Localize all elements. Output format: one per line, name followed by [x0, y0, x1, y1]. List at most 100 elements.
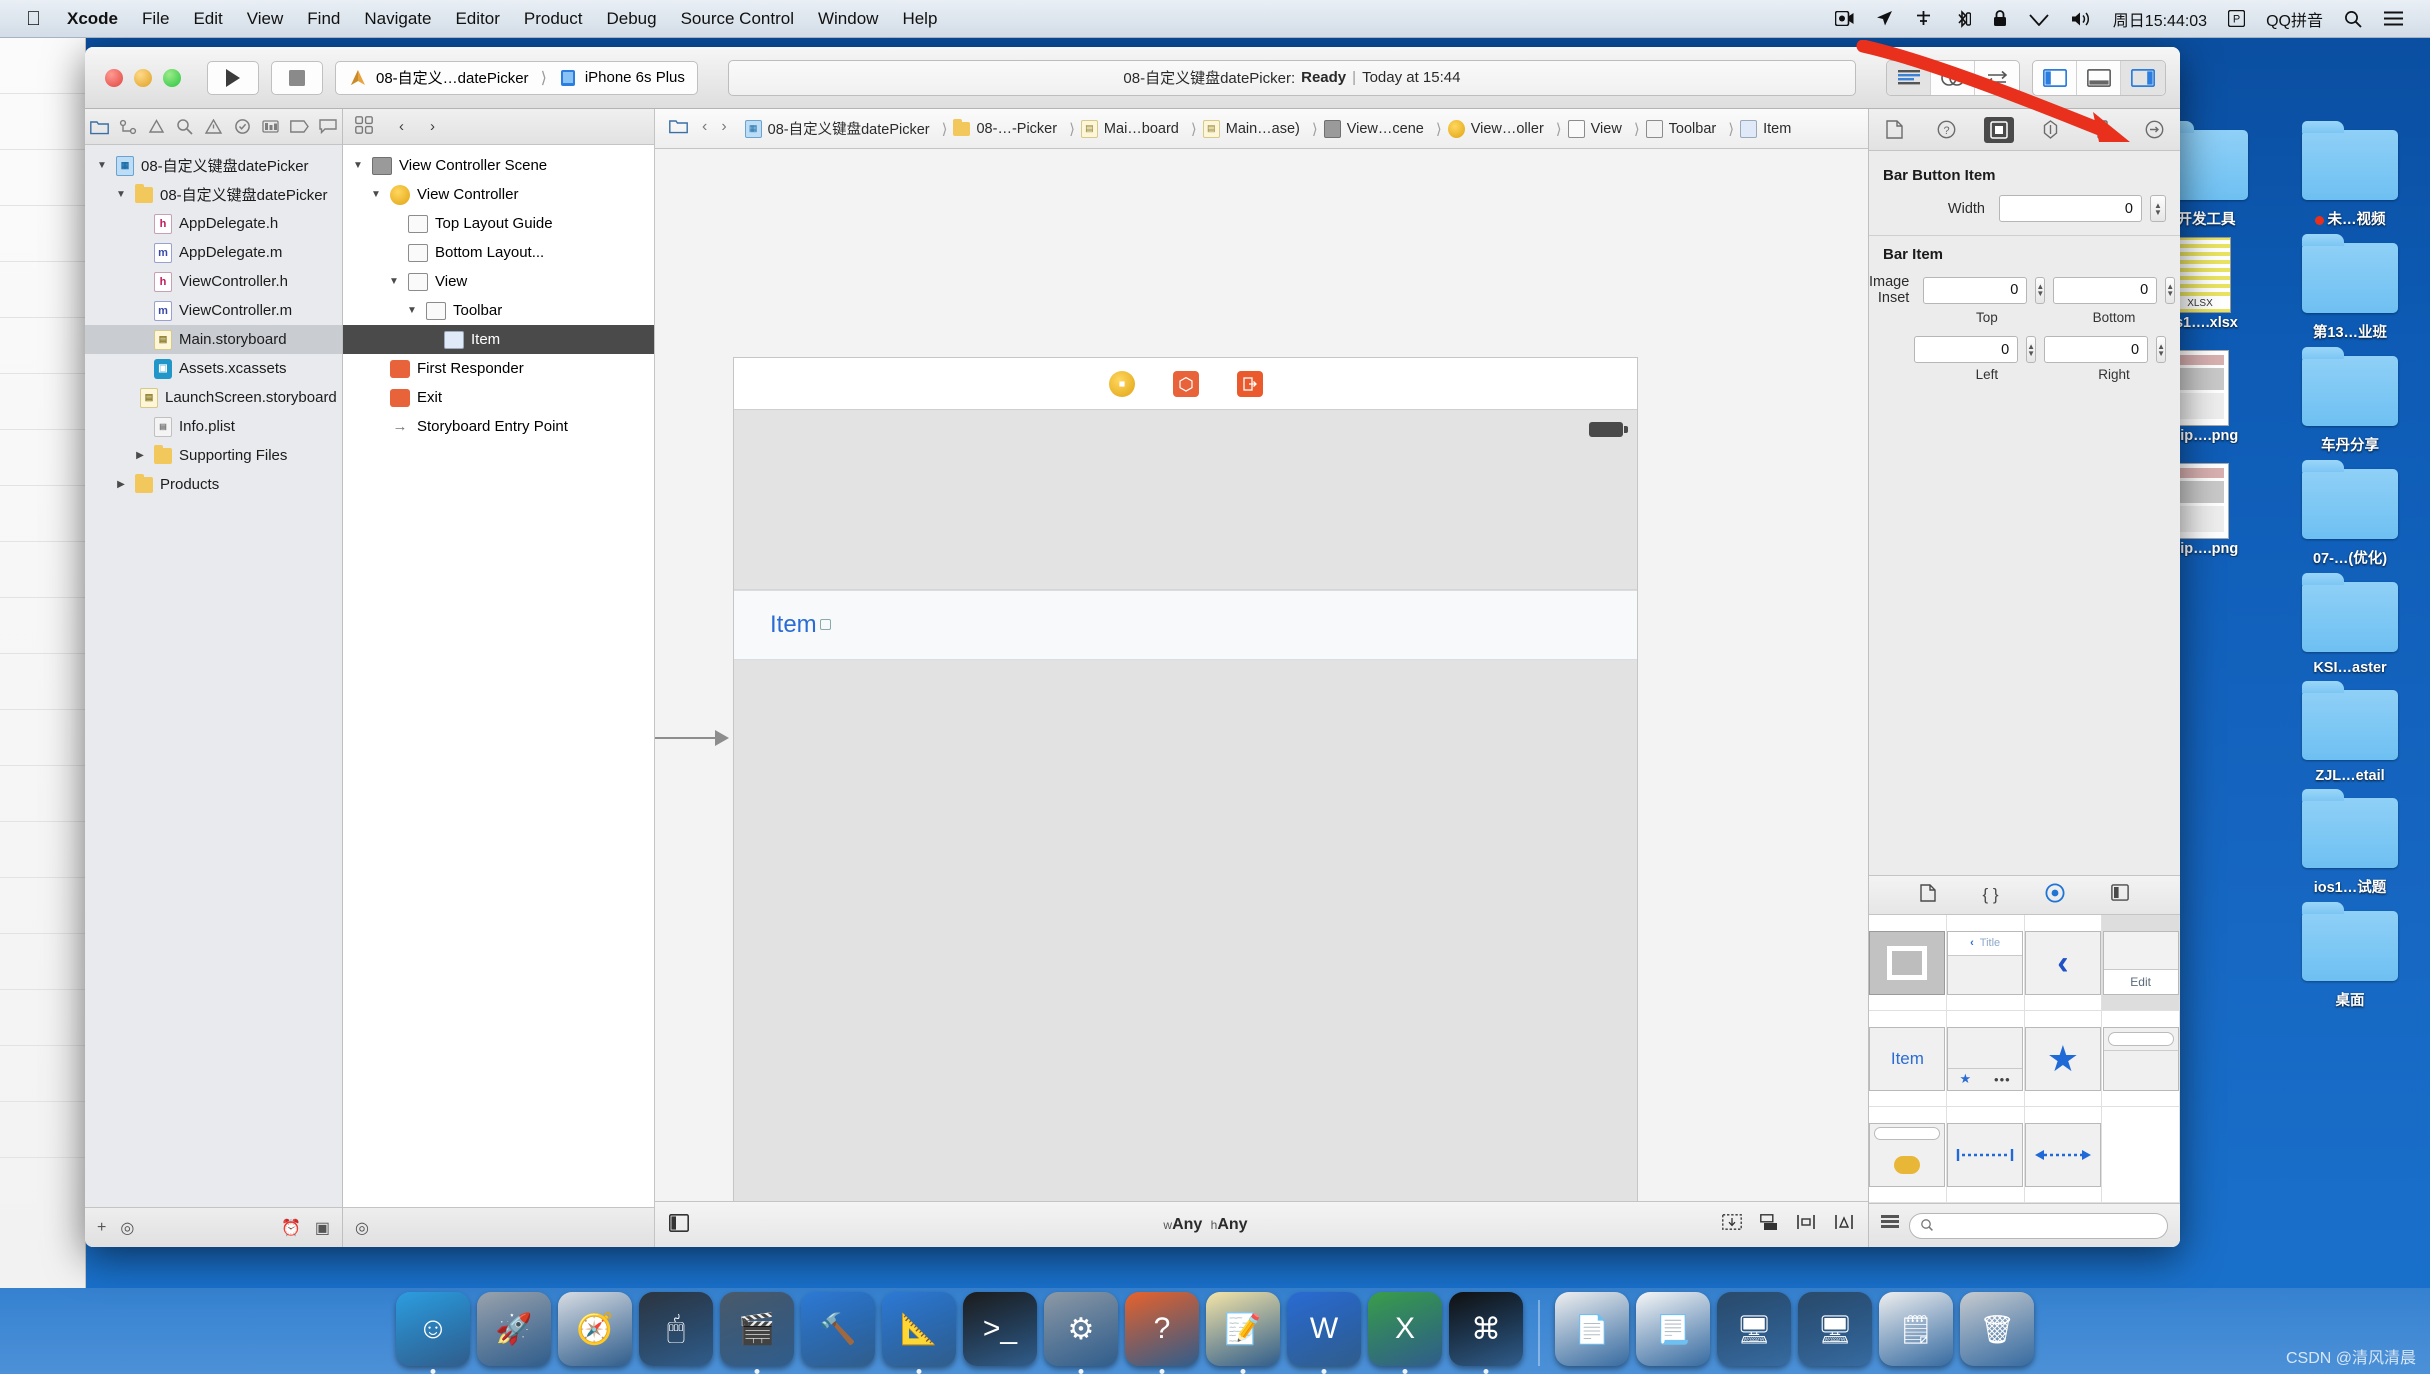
image-inset-right-stepper[interactable]: ▲ ▼ [2156, 336, 2166, 363]
object-library-grid[interactable]: ‹ Title ‹ Edit Item ★ ••• ★ [1869, 915, 2180, 1203]
add-file-button[interactable]: + [97, 1219, 106, 1237]
scene-outline-tree[interactable]: ▼ View Controller Scene ▼ View Controller To… [343, 145, 654, 1207]
navigator-row[interactable]: ▼ 08-自定义键盘datePicker [85, 180, 342, 209]
menu-product[interactable]: Product [512, 0, 595, 38]
library-item-fixed-space-bar-item[interactable] [1946, 1107, 2025, 1203]
dock-app-launchpad[interactable]: 🚀 [477, 1292, 551, 1366]
dock-item-document-stack[interactable]: 📄 [1555, 1292, 1629, 1366]
breadcrumb-item[interactable]: View ⟩ [1567, 119, 1646, 138]
unsaved-files-filter-icon[interactable]: ▣ [315, 1218, 330, 1238]
disclosure-triangle[interactable]: ▼ [369, 189, 383, 200]
dock-app-excel[interactable]: X [1368, 1292, 1442, 1374]
desktop-icon[interactable]: KSI…aster [2280, 572, 2420, 676]
desktop-icon[interactable]: 桌面 [2280, 901, 2420, 1010]
align-icon[interactable] [1796, 1214, 1816, 1236]
menu-navigate[interactable]: Navigate [352, 0, 443, 38]
input-method-label[interactable]: QQ拼音 [2256, 7, 2333, 31]
image-inset-bottom-stepper[interactable]: ▲ ▼ [2165, 276, 2176, 304]
dock-app-quicktime[interactable]: 🎬 [720, 1292, 794, 1374]
breadcrumb-item[interactable]: ▤ Main…ase) ⟩ [1202, 119, 1324, 138]
document-outline-toggle-icon[interactable] [669, 1213, 689, 1236]
dock-item-trash[interactable]: 🗑 [1960, 1292, 2034, 1366]
lock-icon[interactable] [1982, 10, 2018, 27]
outline-row[interactable]: ▼ View Controller Scene [343, 151, 654, 180]
navigator-options-icon[interactable]: ◎ [120, 1218, 134, 1238]
dock-item-downloads-stack[interactable]: 🖥 [1717, 1292, 1791, 1366]
size-inspector-icon[interactable] [2087, 117, 2117, 143]
disclosure-triangle[interactable]: ▼ [405, 305, 419, 316]
project-navigator-tree[interactable]: ▼ ▦ 08-自定义键盘datePicker ▼ 08-自定义键盘datePicker h… [85, 145, 342, 1207]
attributes-inspector-icon[interactable] [2035, 117, 2065, 143]
outline-row[interactable]: First Responder [343, 354, 654, 383]
zoom-button[interactable] [163, 68, 181, 87]
dock-app-iterm[interactable]: ⌘ [1449, 1292, 1523, 1374]
standard-editor-icon[interactable] [1887, 60, 1931, 95]
dock-app-xcode[interactable]: 🔨 [801, 1292, 875, 1366]
dock-app-mouse-app[interactable]: 🖱 [639, 1292, 713, 1366]
dock-app-xcode-beta[interactable]: 📐 [882, 1292, 956, 1374]
library-item-navigation-item[interactable]: ‹ Title [1946, 915, 2025, 1011]
image-inset-left-stepper[interactable]: ▲ ▼ [2026, 336, 2037, 363]
forward-navigation-icon[interactable]: › [721, 118, 726, 139]
issue-navigator-icon[interactable] [200, 115, 226, 139]
screen-recording-icon[interactable] [1824, 11, 1865, 26]
dock-app-word[interactable]: W [1287, 1292, 1361, 1374]
desktop-icon[interactable]: 车丹分享 [2280, 346, 2420, 455]
image-inset-left-field[interactable]: 0 [1914, 336, 2019, 363]
breadcrumb-item[interactable]: 08-…-Picker ⟩ [953, 118, 1080, 138]
back-navigation-icon[interactable]: ‹ [702, 118, 707, 139]
navigator-row[interactable]: ▶ Supporting Files [85, 441, 342, 470]
menu-edit[interactable]: Edit [181, 0, 234, 38]
connections-inspector-icon[interactable] [2139, 117, 2169, 143]
dock-item-notes-stack[interactable]: 🗒 [1879, 1292, 1953, 1366]
width-stepper[interactable]: ▲ ▼ [2150, 195, 2166, 222]
dock-item-screenshots-stack[interactable]: 🖥 [1798, 1292, 1872, 1366]
library-item-view-object[interactable] [1869, 915, 1947, 1011]
desktop-icon[interactable]: 未…视频 [2280, 120, 2420, 229]
navigator-row[interactable]: ▶ Products [85, 470, 342, 499]
debug-area-toggle-icon[interactable] [2077, 60, 2121, 95]
symbol-navigator-icon[interactable] [143, 115, 169, 139]
storyboard-canvas[interactable]: Item [655, 149, 1868, 1201]
outline-row[interactable]: Top Layout Guide [343, 209, 654, 238]
navigator-row[interactable]: h ViewController.h [85, 267, 342, 296]
notification-center-icon[interactable] [2373, 11, 2414, 26]
navigator-row[interactable]: m AppDelegate.m [85, 238, 342, 267]
outline-row[interactable]: ▼ Toolbar [343, 296, 654, 325]
library-search-field[interactable] [1909, 1212, 2168, 1239]
navigator-row[interactable]: ▼ ▦ 08-自定义键盘datePicker [85, 151, 342, 180]
quick-help-icon[interactable]: ? [1932, 117, 1962, 143]
identity-inspector-icon[interactable] [1983, 116, 2014, 143]
toolbar-bar-button-item[interactable]: Item [770, 611, 831, 639]
navigator-row[interactable]: m ViewController.m [85, 296, 342, 325]
test-navigator-icon[interactable] [229, 115, 255, 139]
library-filter-icon[interactable] [1881, 1215, 1899, 1236]
menu-window[interactable]: Window [806, 0, 890, 38]
first-responder-icon[interactable] [1172, 370, 1199, 397]
dock-app-system-preferences[interactable]: ⚙ [1044, 1292, 1118, 1374]
debug-navigator-icon[interactable] [258, 115, 284, 139]
dock-app-terminal[interactable]: >_ [963, 1292, 1037, 1366]
size-class-indicator[interactable]: wAny hAny [689, 1216, 1722, 1234]
search-icon[interactable] [2333, 10, 2373, 28]
navigator-row[interactable]: ▤ Info.plist [85, 412, 342, 441]
outline-grid-icon[interactable] [355, 115, 373, 138]
view-controller-preview[interactable]: Item [733, 357, 1638, 1201]
embed-in-icon[interactable] [1760, 1213, 1778, 1236]
library-item-back-bar-button[interactable]: ‹ [2024, 915, 2103, 1011]
navigator-row[interactable]: ▤ Main.storyboard [85, 325, 342, 354]
project-navigator-icon[interactable] [86, 115, 112, 139]
run-button[interactable] [207, 60, 259, 95]
desktop-icon[interactable]: 第13…业班 [2280, 233, 2420, 342]
outline-row[interactable]: Item [343, 325, 654, 354]
disclosure-triangle[interactable]: ▶ [133, 450, 147, 461]
source-control-icon[interactable] [115, 115, 141, 139]
scheme-selector[interactable]: 08-自定义…datePicker ⟩ iPhone 6s Plus [335, 60, 698, 95]
library-item-search-bar-scope[interactable] [1869, 1107, 1947, 1203]
image-inset-top-field[interactable]: 0 [1923, 276, 2028, 304]
navigator-toggle-icon[interactable] [2033, 60, 2077, 95]
outline-row[interactable]: → Storyboard Entry Point [343, 412, 654, 441]
recent-files-filter-icon[interactable]: ⏰ [281, 1218, 301, 1238]
menu-source-control[interactable]: Source Control [669, 0, 806, 38]
volume-icon[interactable] [2060, 11, 2103, 27]
